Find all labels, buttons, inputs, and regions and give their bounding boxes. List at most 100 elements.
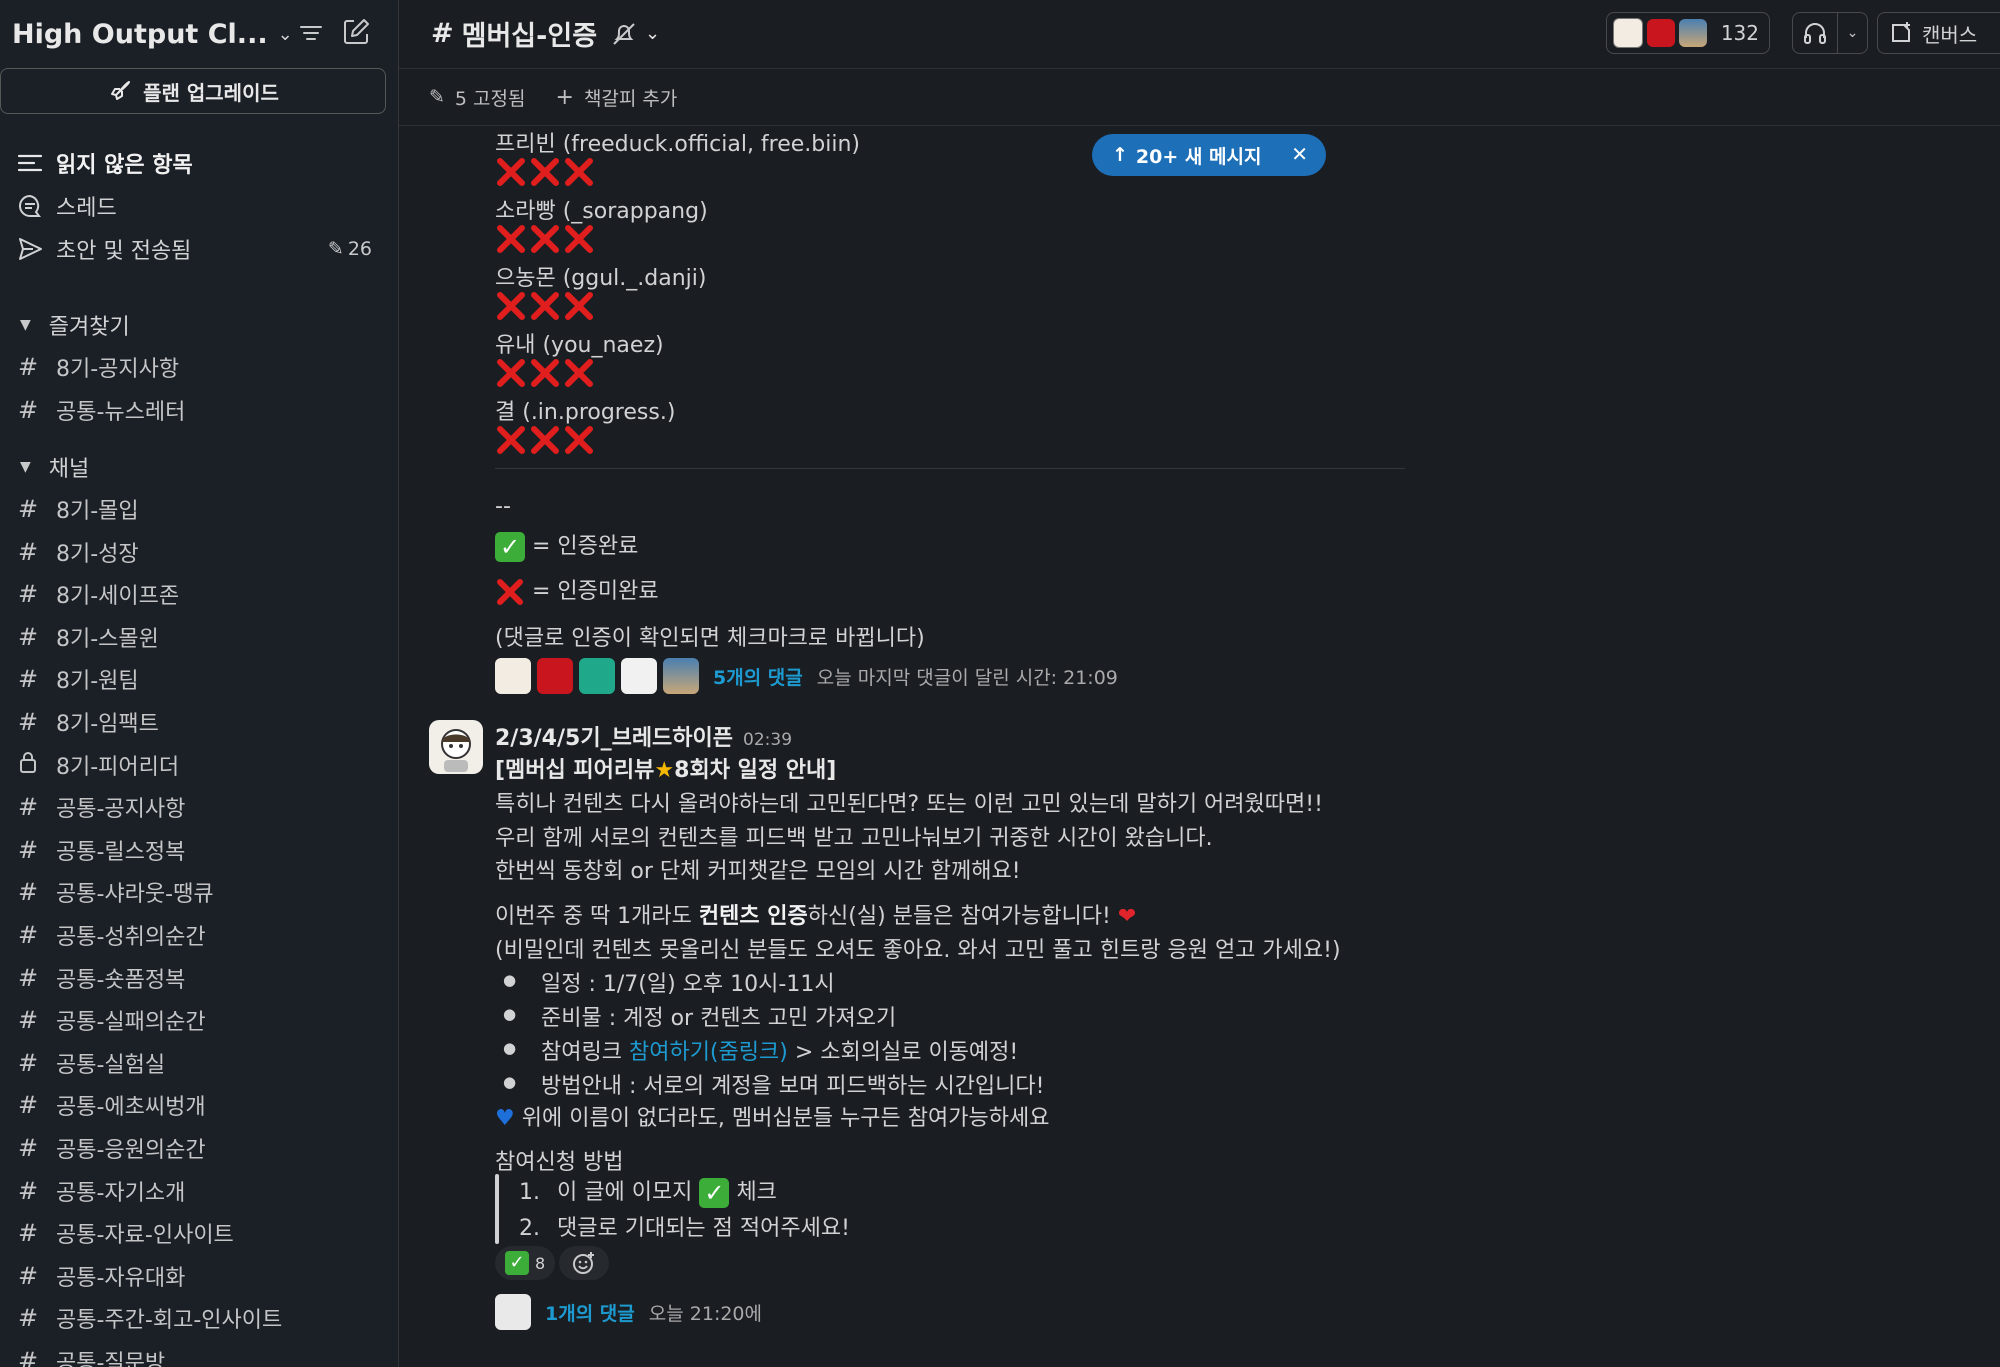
bullet-item: 참여링크 참여하기(줌링크) > 소회의실로 이동예정! <box>503 1034 1018 1066</box>
author-avatar[interactable] <box>429 720 483 774</box>
thread-summary[interactable]: 5개의 댓글 오늘 마지막 댓글이 달린 시간: 21:09 <box>495 658 1118 694</box>
sidebar-channel-item[interactable]: 8기-피어리더 <box>16 746 386 784</box>
hash-icon: # <box>17 580 39 609</box>
pinned-button[interactable]: ✎ 5 고정됨 <box>429 84 526 111</box>
sidebar-channel-item[interactable]: # 공통-응원의순간 <box>16 1129 386 1167</box>
caret-down-icon: ▼ <box>20 317 31 333</box>
canvas-button[interactable]: 캔버스 <box>1877 12 2000 54</box>
reaction-check[interactable]: ✓ 8 <box>495 1246 556 1280</box>
lock-icon <box>16 750 40 780</box>
author-name[interactable]: 2/3/4/5기_브레드하이픈 <box>495 726 733 751</box>
member-avatar <box>1646 19 1675 47</box>
sidebar-channel-item[interactable]: #8기-공지사항 <box>16 348 386 386</box>
main-pane: # 멤버십-인증 ⌄ 132 ⌄ 캔버스 ✎ 5 고정됨 + 책갈피 추가 ↑ 20… <box>399 0 2000 1367</box>
nav-threads[interactable]: 스레드 <box>16 187 386 225</box>
red-heart-icon: ❤ <box>1117 904 1137 929</box>
add-bookmark-button[interactable]: + 책갈피 추가 <box>556 84 678 111</box>
reply-avatar <box>579 658 615 694</box>
chevron-down-icon[interactable]: ⌄ <box>278 24 293 45</box>
sidebar-channel-item[interactable]: # 공통-자기소개 <box>16 1172 386 1210</box>
workspace-name[interactable]: High Output Cl... <box>12 19 268 50</box>
sidebar-channel-item[interactable]: #8기-세이프존 <box>16 575 386 613</box>
sidebar-channel-item[interactable]: # 공통-주간-회고-인사이트 <box>16 1299 386 1337</box>
apply-title: 참여신청 방법 <box>495 1150 624 1175</box>
sidebar-channel-item[interactable]: # 공통-숏폼정복 <box>16 959 386 997</box>
close-icon[interactable]: ✕ <box>1291 142 1308 166</box>
cross-mark-icon <box>531 225 559 253</box>
channel-label: 공통-자기소개 <box>56 1180 186 1206</box>
sidebar-channel-item[interactable]: # 공통-뉴스레터 <box>16 391 386 429</box>
hash-icon: # <box>17 963 39 992</box>
headphones-icon[interactable] <box>1793 20 1837 46</box>
sidebar-channel-item[interactable]: # 공통-실험실 <box>16 1044 386 1082</box>
hash-icon: # <box>17 1304 39 1333</box>
channel-label: 공통-실패의순간 <box>56 1010 206 1036</box>
message-time[interactable]: 02:39 <box>743 730 792 750</box>
check-mark-icon: ✓ <box>505 1251 529 1275</box>
divider <box>495 468 1405 469</box>
hash-icon: # <box>17 1176 39 1205</box>
cross-mark-icon <box>565 359 593 387</box>
star-icon: ★ <box>654 758 675 783</box>
upgrade-plan-button[interactable]: 플랜 업그레이드 <box>0 68 386 114</box>
add-reaction-button[interactable] <box>559 1246 609 1280</box>
message-line: ♥ 위에 이름이 없더라도, 멤버십분들 누구든 참여가능하세요 <box>495 1106 1050 1131</box>
channel-label: 공통-주간-회고-인사이트 <box>56 1308 283 1334</box>
thread-summary[interactable]: 1개의 댓글 오늘 21:20에 <box>495 1294 762 1330</box>
cross-mark-icon <box>497 579 523 605</box>
cross-mark-icon <box>565 225 593 253</box>
members-button[interactable]: 132 <box>1605 12 1770 54</box>
sidebar-channel-item[interactable]: # 공통-질문방 <box>16 1342 386 1367</box>
channel-label: 공통-실험실 <box>56 1052 166 1078</box>
sidebar-channel-item[interactable]: #8기-스몰윈 <box>16 618 386 656</box>
workspace-header[interactable]: High Output Cl... ⌄ <box>12 14 398 54</box>
filter-icon[interactable] <box>296 18 326 48</box>
message-line: 이번주 중 딱 1개라도 컨텐츠 인증하신(실) 분들은 참여가능합니다! ❤ <box>495 904 1137 929</box>
sidebar: High Output Cl... ⌄ 플랜 업그레이드 읽지 않은 항목 스레… <box>0 0 399 1367</box>
sidebar-channel-item[interactable]: # 공통-자료-인사이트 <box>16 1214 386 1252</box>
chevron-down-icon: ⌄ <box>645 23 661 44</box>
add-emoji-icon <box>573 1252 594 1274</box>
sidebar-channel-item[interactable]: # 공통-릴스정복 <box>16 831 386 869</box>
sidebar-channel-item[interactable]: # 공통-실패의순간 <box>16 1001 386 1039</box>
huddle-button[interactable]: ⌄ <box>1792 12 1868 54</box>
chevron-down-icon[interactable]: ⌄ <box>1838 25 1867 41</box>
channel-label: 공통-자유대화 <box>56 1265 186 1291</box>
new-messages-pill[interactable]: ↑ 20+ 새 메시지 ✕ <box>1092 134 1326 176</box>
channel-title[interactable]: # 멤버십-인증 ⌄ <box>431 14 660 53</box>
channel-header: # 멤버십-인증 ⌄ 132 ⌄ 캔버스 <box>399 0 2000 69</box>
reply-avatar <box>495 658 531 694</box>
sidebar-channel-item[interactable]: # 공통-성취의순간 <box>16 916 386 954</box>
cross-mark-icon <box>565 292 593 320</box>
sidebar-channel-item[interactable]: #8기-성장 <box>16 533 386 571</box>
channel-label: 8기-몰입 <box>56 499 139 524</box>
hash-icon: # <box>17 1048 39 1077</box>
replies-link[interactable]: 5개의 댓글 <box>713 663 803 690</box>
member-entry: 프리빈 (freeduck.official, free.biin) <box>495 132 861 157</box>
section-favorites[interactable]: ▼ 즐겨찾기 <box>20 307 130 343</box>
cross-marks <box>495 290 595 322</box>
zoom-link[interactable]: 참여하기(줌링크) <box>629 1040 788 1065</box>
sidebar-channel-item[interactable]: # 공통-샤라웃-땡큐 <box>16 873 386 911</box>
sidebar-channel-item[interactable]: #8기-임팩트 <box>16 703 386 741</box>
hash-icon: # <box>17 708 39 736</box>
member-entry: 결 (.in.progress.) <box>495 400 676 425</box>
sidebar-channel-item[interactable]: # 공통-공지사항 <box>16 788 386 826</box>
nav-label: 읽지 않은 항목 <box>56 153 193 178</box>
sidebar-channel-item[interactable]: # 공통-에초씨벙개 <box>16 1086 386 1124</box>
cross-mark-icon <box>531 292 559 320</box>
member-entry: 소라빵 (_sorappang) <box>495 199 708 224</box>
sidebar-channel-item[interactable]: # 공통-자유대화 <box>16 1257 386 1295</box>
nav-drafts-sent[interactable]: 초안 및 전송됨 ✎ 26 <box>16 230 386 268</box>
compose-icon[interactable] <box>340 16 372 48</box>
channel-label: 공통-공지사항 <box>56 797 186 823</box>
replies-link[interactable]: 1개의 댓글 <box>545 1299 635 1326</box>
section-title: 채널 <box>48 457 90 482</box>
nav-unreads[interactable]: 읽지 않은 항목 <box>16 144 386 182</box>
sidebar-channel-item[interactable]: #8기-몰입 <box>16 490 386 528</box>
section-channels[interactable]: ▼ 채널 <box>20 449 89 485</box>
cross-mark-icon <box>565 426 593 454</box>
sidebar-channel-item[interactable]: #8기-원팀 <box>16 660 386 698</box>
threads-icon <box>16 192 44 220</box>
upgrade-label: 플랜 업그레이드 <box>143 80 279 105</box>
